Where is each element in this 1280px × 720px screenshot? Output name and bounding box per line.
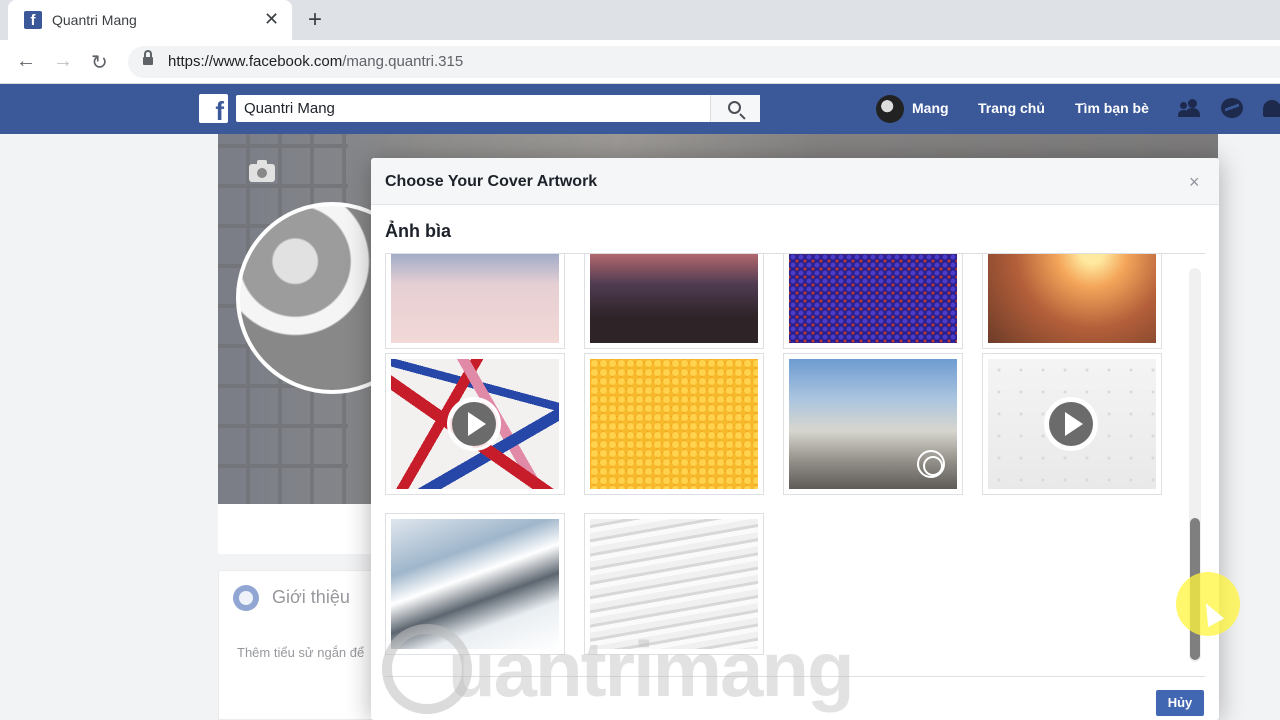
artwork-image (590, 359, 758, 489)
artwork-image (789, 254, 957, 343)
search-box[interactable]: Quantri Mang (236, 95, 760, 122)
artwork-image (988, 359, 1156, 489)
url-host: https://www.facebook.com (168, 53, 343, 70)
artwork-thumbnail[interactable] (385, 353, 565, 495)
notifications-bell-icon[interactable] (1262, 97, 1280, 121)
artwork-thumbnail[interactable] (783, 353, 963, 495)
url-path: /mang.quantri.315 (342, 53, 464, 70)
search-icon (728, 101, 741, 114)
artwork-thumbnail[interactable] (982, 254, 1162, 349)
play-icon (447, 397, 501, 451)
nav-find-friends-link[interactable]: Tìm bạn bè (1075, 100, 1149, 116)
facebook-top-bar: f Quantri Mang Mang Trang chủ Tìm bạn bè (0, 84, 1280, 134)
artwork-image (391, 359, 559, 489)
artwork-thumbnail[interactable] (783, 254, 963, 349)
url-text[interactable]: https://www.facebook.com/mang.quantri.31… (168, 53, 463, 70)
dialog-header: Choose Your Cover Artwork × (371, 158, 1219, 205)
play-icon (1044, 397, 1098, 451)
lock-icon[interactable] (143, 50, 153, 65)
artwork-grid (371, 254, 1219, 674)
back-arrow-icon[interactable]: ← (16, 50, 36, 73)
friend-requests-icon[interactable] (1178, 97, 1202, 121)
url-bar[interactable]: https://www.facebook.com/mang.quantri.31… (128, 46, 1280, 78)
forward-arrow-icon[interactable]: → (53, 50, 73, 73)
watermark-text: uantrimang (448, 625, 855, 713)
section-title: Ảnh bìa (385, 221, 451, 241)
watermark-logo: uantrimang (378, 616, 855, 720)
address-toolbar: ← → ↻ https://www.facebook.com/mang.quan… (0, 40, 1280, 84)
search-input[interactable]: Quantri Mang (244, 100, 335, 117)
artwork-thumbnail[interactable] (385, 254, 565, 349)
artwork-thumbnail[interactable] (584, 254, 764, 349)
nav-home-link[interactable]: Trang chủ (978, 100, 1045, 116)
new-tab-button[interactable]: + (308, 6, 322, 34)
browser-tab[interactable]: f Quantri Mang ✕ (8, 0, 292, 40)
reload-icon[interactable]: ↻ (91, 50, 108, 75)
artwork-thumbnail[interactable] (982, 353, 1162, 495)
facebook-favicon-icon: f (24, 11, 42, 29)
messenger-icon[interactable] (1220, 97, 1244, 121)
nav-profile-link[interactable]: Mang (912, 100, 949, 116)
artwork-image (391, 254, 559, 343)
browser-tab-bar: f Quantri Mang ✕ + (0, 0, 1280, 40)
artwork-image (789, 359, 957, 489)
search-button[interactable] (710, 95, 760, 122)
avatar[interactable] (876, 95, 904, 123)
close-icon[interactable]: × (1189, 172, 1200, 193)
artwork-image (590, 254, 758, 343)
tab-title: Quantri Mang (52, 12, 137, 28)
artwork-thumbnail[interactable] (584, 353, 764, 495)
facebook-logo-icon[interactable]: f (199, 94, 228, 126)
artwork-image (988, 254, 1156, 343)
dialog-title: Choose Your Cover Artwork (385, 173, 598, 190)
close-tab-icon[interactable]: ✕ (264, 9, 279, 30)
cancel-button[interactable]: Hủy (1156, 690, 1204, 716)
view-360-icon (917, 450, 945, 478)
